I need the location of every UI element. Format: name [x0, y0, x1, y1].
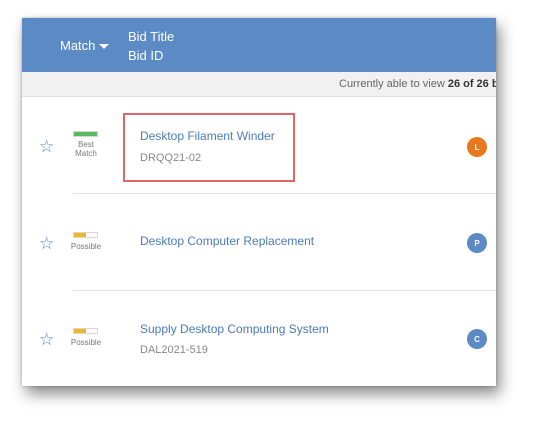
- results-status-bar: Currently able to view 26 of 26 b: [22, 72, 496, 97]
- bid-title-link[interactable]: Desktop Computer Replacement: [140, 234, 314, 248]
- match-label: Best Match: [68, 140, 104, 158]
- star-outline-icon[interactable]: ☆: [39, 331, 54, 348]
- results-count-value: 26 of 26 b: [447, 78, 496, 90]
- table-header: Match Bid Title Bid ID: [22, 18, 496, 72]
- match-meter: [73, 232, 98, 238]
- match-meter-fill: [74, 329, 86, 333]
- bid-title-link[interactable]: Supply Desktop Computing System: [140, 322, 329, 336]
- match-meter: [73, 328, 98, 334]
- match-meter-fill: [74, 132, 97, 136]
- avatar[interactable]: P: [467, 233, 487, 253]
- match-label-line1: Best: [77, 140, 94, 149]
- caret-down-icon: [99, 43, 110, 49]
- match-label: Possible: [68, 338, 104, 347]
- star-outline-icon[interactable]: ☆: [39, 138, 54, 155]
- match-label-line1: Possible: [70, 242, 102, 251]
- row-divider: [73, 193, 496, 194]
- row-divider: [73, 290, 496, 291]
- avatar[interactable]: L: [467, 137, 487, 157]
- avatar[interactable]: C: [467, 329, 487, 349]
- match-label: Possible: [68, 242, 104, 251]
- star-outline-icon[interactable]: ☆: [39, 235, 54, 252]
- match-sort-button[interactable]: Match: [60, 38, 110, 53]
- results-count-prefix: Currently able to view: [339, 78, 448, 90]
- highlight-box: [123, 113, 295, 182]
- match-sort-label: Match: [60, 38, 96, 53]
- bid-id: DAL2021-519: [140, 344, 208, 356]
- bid-title-column-header[interactable]: Bid Title: [128, 29, 174, 44]
- bid-id-column-header[interactable]: Bid ID: [128, 48, 163, 63]
- match-label-line1: Possible: [70, 338, 102, 347]
- bid-list-panel: Match Bid Title Bid ID Currently able to…: [22, 18, 496, 386]
- match-meter: [73, 131, 98, 137]
- match-meter-fill: [74, 233, 86, 237]
- results-count-text: Currently able to view 26 of 26 b: [339, 78, 496, 90]
- match-label-line2: Match: [75, 149, 97, 158]
